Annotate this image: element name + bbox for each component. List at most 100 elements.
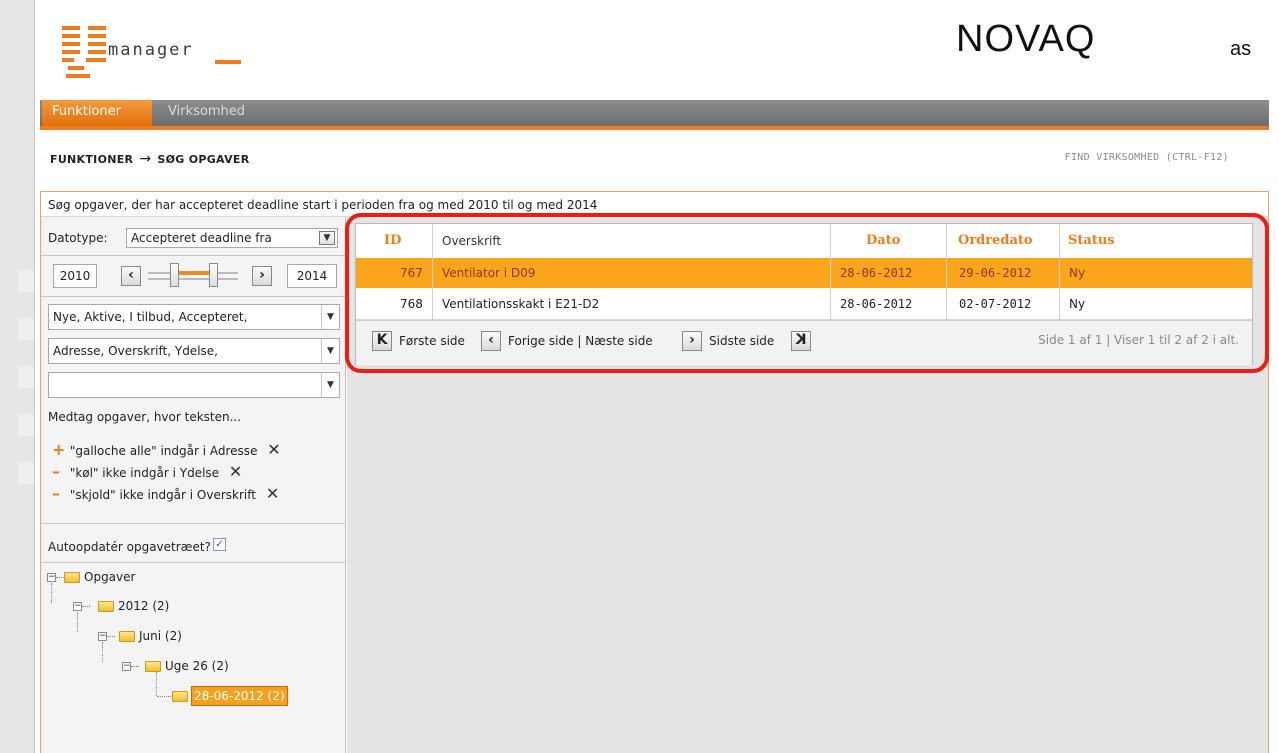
year-to-field[interactable]: 2014 bbox=[287, 264, 337, 288]
column-header-overskrift[interactable]: Overskrift bbox=[442, 224, 501, 258]
first-page-icon[interactable]: K bbox=[372, 331, 392, 351]
year-from-field[interactable]: 2010 bbox=[53, 264, 97, 288]
chevron-down-icon[interactable]: ▼ bbox=[321, 339, 339, 363]
gutter-stripe bbox=[18, 318, 34, 340]
left-gutter bbox=[0, 0, 34, 753]
year-increase-button[interactable]: › bbox=[252, 266, 272, 286]
chevron-down-icon[interactable]: ▼ bbox=[321, 373, 339, 397]
tab-virksomhed[interactable]: Virksomhed bbox=[158, 100, 278, 126]
minus-icon: – bbox=[52, 462, 60, 481]
empty-filter-select[interactable]: ▼ bbox=[48, 372, 340, 398]
last-page-link[interactable]: Sidste side bbox=[709, 331, 774, 351]
column-header-id[interactable]: ID bbox=[384, 224, 401, 258]
tree-connector bbox=[107, 636, 115, 637]
prev-page-icon[interactable]: ‹ bbox=[481, 331, 501, 351]
search-description: Søg opgaver, der har accepteret deadline… bbox=[48, 198, 598, 212]
pager-info: Side 1 af 1 | Viser 1 til 2 af 2 i alt. bbox=[1038, 333, 1239, 347]
status-filter-select[interactable]: Nye, Aktive, I tilbud, Accepteret, ▼ bbox=[48, 304, 340, 330]
gutter-stripe bbox=[18, 270, 34, 292]
rule-text: "køl" ikke indgår i Ydelse bbox=[69, 466, 220, 480]
year-decrease-button[interactable]: ‹ bbox=[121, 266, 141, 286]
logo-underline bbox=[215, 60, 241, 64]
prev-page-link[interactable]: Forige side | Næste side bbox=[508, 331, 653, 351]
include-label: Medtag opgaver, hvor teksten... bbox=[48, 410, 242, 424]
tree-connector bbox=[77, 612, 78, 632]
rule-row: – "køl" ikke indgår i Ydelse ✕ bbox=[52, 462, 242, 481]
cell-date: 28-06-2012 bbox=[840, 297, 913, 311]
prev-page-label: Forige side bbox=[508, 334, 574, 348]
pager-separator: | bbox=[577, 334, 582, 348]
tree-collapse-icon[interactable]: − bbox=[122, 662, 131, 671]
brand-name: NOVAQ bbox=[956, 18, 1096, 60]
rule-text: "galloche alle" indgår i Adresse bbox=[69, 444, 258, 458]
autoupdate-label: Autoopdatér opgavetræet? bbox=[48, 540, 211, 554]
chevron-down-icon[interactable]: ▼ bbox=[319, 231, 335, 245]
tree-collapse-icon[interactable]: − bbox=[47, 573, 56, 582]
column-header-dato[interactable]: Dato bbox=[866, 224, 900, 258]
breadcrumb-current: SØG OPGAVER bbox=[157, 153, 250, 166]
breadcrumb-arrow-icon: → bbox=[139, 151, 152, 167]
tree-node-2012[interactable]: 2012 (2) bbox=[118, 599, 169, 613]
tree-node-date-selected[interactable]: 28-06-2012 (2) bbox=[191, 686, 288, 706]
breadcrumb-funktioner[interactable]: FUNKTIONER bbox=[50, 153, 133, 166]
tree-node-juni[interactable]: Juni (2) bbox=[139, 629, 182, 643]
remove-rule-icon[interactable]: ✕ bbox=[267, 440, 280, 459]
gutter-stripe bbox=[18, 462, 34, 484]
cell-order-date: 29-06-2012 bbox=[959, 266, 1032, 280]
field-filter-select[interactable]: Adresse, Overskrift, Ydelse, ▼ bbox=[48, 338, 340, 364]
table-row-selected[interactable]: 767 Ventilator i D09 28-06-2012 29-06-20… bbox=[356, 258, 1252, 288]
chevron-down-icon[interactable]: ▼ bbox=[321, 305, 339, 329]
column-separator bbox=[830, 224, 831, 320]
column-header-status[interactable]: Status bbox=[1068, 224, 1115, 258]
cell-date: 28-06-2012 bbox=[840, 266, 913, 280]
slider-range-fill bbox=[178, 271, 210, 275]
tree-connector bbox=[156, 672, 157, 696]
rule-row: + "galloche alle" indgår i Adresse ✕ bbox=[52, 440, 281, 459]
datotype-select[interactable]: Accepteret deadline fra ▼ bbox=[126, 228, 338, 248]
cell-title: Ventilationsskakt i E21-D2 bbox=[442, 297, 600, 311]
column-header-ordredato[interactable]: Ordredato bbox=[958, 224, 1033, 258]
filter-divider bbox=[41, 296, 346, 297]
tree-collapse-icon[interactable]: − bbox=[98, 632, 107, 641]
folder-icon bbox=[64, 572, 80, 583]
tree-connector bbox=[51, 583, 52, 603]
status-filter-value: Nye, Aktive, I tilbud, Accepteret, bbox=[53, 310, 248, 324]
rule-row: – "skjold" ikke indgår i Overskrift ✕ bbox=[52, 484, 279, 503]
next-page-label[interactable]: Næste side bbox=[585, 334, 653, 348]
tree-node-uge26[interactable]: Uge 26 (2) bbox=[165, 659, 229, 673]
cell-status: Ny bbox=[1069, 266, 1086, 280]
tree-connector bbox=[56, 577, 64, 578]
folder-icon bbox=[98, 601, 114, 612]
tree-connector bbox=[131, 666, 139, 667]
find-company-link[interactable]: FIND VIRKSOMHED (CTRL-F12) bbox=[1065, 152, 1229, 163]
remove-rule-icon[interactable]: ✕ bbox=[229, 462, 242, 481]
last-page-icon[interactable]: K bbox=[791, 331, 811, 351]
minus-icon: – bbox=[52, 484, 60, 503]
slider-thumb-from[interactable] bbox=[170, 263, 179, 287]
cell-title: Ventilator i D09 bbox=[442, 266, 536, 280]
gutter-stripe bbox=[18, 414, 34, 436]
tree-connector bbox=[157, 696, 171, 697]
tree-node-opgaver[interactable]: Opgaver bbox=[84, 570, 135, 584]
datotype-label: Datotype: bbox=[48, 231, 108, 245]
table-row[interactable]: 768 Ventilationsskakt i E21-D2 28-06-201… bbox=[356, 289, 1252, 320]
filter-divider bbox=[41, 523, 346, 524]
tree-connector bbox=[82, 606, 90, 607]
tab-funktioner[interactable]: Funktioner bbox=[42, 100, 152, 126]
next-page-icon[interactable]: › bbox=[682, 331, 702, 351]
cell-status: Ny bbox=[1069, 297, 1086, 311]
folder-icon bbox=[119, 631, 135, 642]
datotype-value: Accepteret deadline fra bbox=[131, 231, 272, 245]
tree-collapse-icon[interactable]: − bbox=[73, 602, 82, 611]
breadcrumb: FUNKTIONER → SØG OPGAVER bbox=[50, 151, 250, 167]
navbar-accent-line bbox=[40, 126, 1269, 130]
remove-rule-icon[interactable]: ✕ bbox=[266, 484, 279, 503]
folder-icon bbox=[145, 661, 161, 672]
filter-divider bbox=[41, 255, 346, 256]
slider-thumb-to[interactable] bbox=[209, 263, 218, 287]
gutter-stripe bbox=[18, 366, 34, 388]
page-edge bbox=[34, 0, 35, 753]
first-page-link[interactable]: Første side bbox=[399, 331, 465, 351]
column-separator bbox=[1059, 224, 1060, 320]
autoupdate-checkbox[interactable]: ✓ bbox=[213, 538, 226, 551]
